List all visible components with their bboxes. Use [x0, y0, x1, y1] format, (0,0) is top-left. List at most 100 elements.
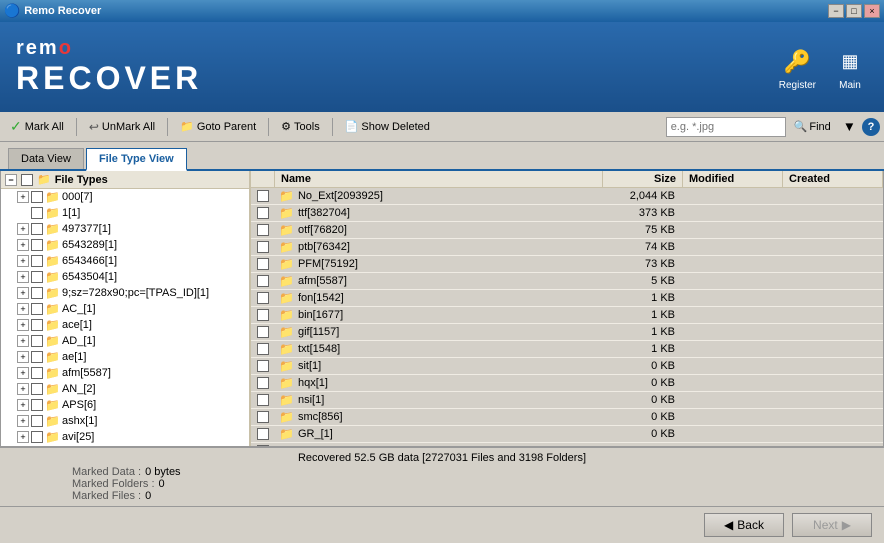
close-button[interactable]: × — [864, 4, 880, 18]
dropdown-arrow-button[interactable]: ▼ — [839, 117, 860, 136]
row-checkbox[interactable] — [251, 394, 275, 406]
list-item[interactable]: + 📁 000[7] — [1, 189, 249, 205]
row-checkbox[interactable] — [251, 224, 275, 236]
table-row[interactable]: 📁KO_[1] 0 KB — [251, 443, 883, 446]
list-item[interactable]: + 📁 afm[5587] — [1, 365, 249, 381]
table-row[interactable]: 📁fon[1542] 1 KB — [251, 290, 883, 307]
row-checkbox[interactable] — [251, 207, 275, 219]
next-button[interactable]: Next ▶ — [792, 513, 872, 537]
register-button[interactable]: 🔑 Register — [779, 44, 816, 91]
row-checkbox[interactable] — [251, 309, 275, 321]
row-checkbox[interactable] — [251, 360, 275, 372]
item-checkbox[interactable] — [31, 239, 43, 251]
list-item[interactable]: + 📁 AN_[2] — [1, 381, 249, 397]
row-checkbox[interactable] — [251, 241, 275, 253]
table-row[interactable]: 📁GR_[1] 0 KB — [251, 426, 883, 443]
row-checkbox[interactable] — [251, 428, 275, 440]
tab-file-type-view[interactable]: File Type View — [86, 148, 187, 171]
row-checkbox[interactable] — [251, 190, 275, 202]
expand-icon[interactable]: + — [17, 271, 29, 283]
table-row[interactable]: 📁smc[856] 0 KB — [251, 409, 883, 426]
table-row[interactable]: 📁otf[76820] 75 KB — [251, 222, 883, 239]
item-checkbox[interactable] — [31, 271, 43, 283]
row-checkbox[interactable] — [251, 411, 275, 423]
table-row[interactable]: 📁No_Ext[2093925] 2,044 KB — [251, 188, 883, 205]
list-item[interactable]: 📁 1[1] — [1, 205, 249, 221]
minimize-button[interactable]: − — [828, 4, 844, 18]
table-row[interactable]: 📁PFM[75192] 73 KB — [251, 256, 883, 273]
list-item[interactable]: + 📁 ace[1] — [1, 317, 249, 333]
expand-icon[interactable]: + — [17, 319, 29, 331]
unmark-all-button[interactable]: ↩ UnMark All — [83, 118, 161, 136]
list-item[interactable]: + 📁 APS[6] — [1, 397, 249, 413]
list-item[interactable]: + 📁 AC_[1] — [1, 301, 249, 317]
tab-data-view[interactable]: Data View — [8, 148, 84, 169]
expand-icon[interactable]: + — [17, 335, 29, 347]
table-row[interactable]: 📁gif[1157] 1 KB — [251, 324, 883, 341]
mark-all-button[interactable]: ✓ Mark All — [4, 116, 70, 137]
list-item[interactable]: + 📁 497377[1] — [1, 221, 249, 237]
item-checkbox[interactable] — [31, 399, 43, 411]
root-checkbox[interactable] — [21, 174, 33, 186]
item-checkbox[interactable] — [31, 255, 43, 267]
root-expand-btn[interactable]: − — [5, 174, 17, 186]
list-item[interactable]: + 📁 6543466[1] — [1, 253, 249, 269]
item-checkbox[interactable] — [31, 431, 43, 443]
expand-icon[interactable]: + — [17, 191, 29, 203]
item-checkbox[interactable] — [31, 319, 43, 331]
item-checkbox[interactable] — [31, 207, 43, 219]
expand-icon[interactable]: + — [17, 255, 29, 267]
list-item[interactable]: + 📁 avi[25] — [1, 429, 249, 445]
expand-icon[interactable]: + — [17, 223, 29, 235]
expand-icon[interactable]: + — [17, 415, 29, 427]
expand-icon[interactable]: + — [17, 399, 29, 411]
item-checkbox[interactable] — [31, 303, 43, 315]
expand-icon[interactable]: + — [17, 351, 29, 363]
table-row[interactable]: 📁ttf[382704] 373 KB — [251, 205, 883, 222]
list-item[interactable]: + 📁 ae[1] — [1, 349, 249, 365]
table-row[interactable]: 📁ptb[76342] 74 KB — [251, 239, 883, 256]
list-item[interactable]: + 📁 AD_[1] — [1, 333, 249, 349]
row-checkbox[interactable] — [251, 326, 275, 338]
row-checkbox[interactable] — [251, 258, 275, 270]
row-checkbox[interactable] — [251, 343, 275, 355]
row-checkbox[interactable] — [251, 275, 275, 287]
item-checkbox[interactable] — [31, 367, 43, 379]
item-checkbox[interactable] — [31, 335, 43, 347]
table-row[interactable]: 📁nsi[1] 0 KB — [251, 392, 883, 409]
item-checkbox[interactable] — [31, 287, 43, 299]
goto-parent-button[interactable]: 📁 Goto Parent — [174, 118, 262, 135]
back-button[interactable]: ◀ Back — [704, 513, 784, 537]
expand-icon[interactable]: + — [17, 239, 29, 251]
search-input[interactable] — [666, 117, 786, 137]
list-item[interactable]: + 📁 6543289[1] — [1, 237, 249, 253]
tools-button[interactable]: ⚙ Tools — [275, 118, 326, 135]
expand-icon[interactable]: + — [17, 383, 29, 395]
table-row[interactable]: 📁hqx[1] 0 KB — [251, 375, 883, 392]
table-row[interactable]: 📁bin[1677] 1 KB — [251, 307, 883, 324]
item-checkbox[interactable] — [31, 415, 43, 427]
item-checkbox[interactable] — [31, 351, 43, 363]
main-button[interactable]: ▦ Main — [832, 44, 868, 91]
row-checkbox[interactable] — [251, 445, 275, 446]
table-row[interactable]: 📁afm[5587] 5 KB — [251, 273, 883, 290]
row-checkbox[interactable] — [251, 292, 275, 304]
maximize-button[interactable]: □ — [846, 4, 862, 18]
list-item[interactable]: + 📁 6543504[1] — [1, 269, 249, 285]
expand-icon[interactable]: + — [17, 431, 29, 443]
show-deleted-button[interactable]: 📄 Show Deleted — [339, 118, 436, 135]
list-item[interactable]: + 📁 ashx[1] — [1, 413, 249, 429]
table-row[interactable]: 📁sit[1] 0 KB — [251, 358, 883, 375]
help-button[interactable]: ? — [862, 118, 880, 136]
expand-icon[interactable]: + — [17, 287, 29, 299]
item-checkbox[interactable] — [31, 191, 43, 203]
window-controls[interactable]: − □ × — [828, 4, 880, 18]
item-checkbox[interactable] — [31, 383, 43, 395]
list-item[interactable]: + 📁 9;sz=728x90;pc=[TPAS_ID][1] — [1, 285, 249, 301]
expand-icon[interactable]: + — [17, 303, 29, 315]
item-checkbox[interactable] — [31, 223, 43, 235]
expand-icon[interactable]: + — [17, 367, 29, 379]
find-button[interactable]: 🔍 Find — [788, 118, 837, 135]
row-checkbox[interactable] — [251, 377, 275, 389]
table-row[interactable]: 📁txt[1548] 1 KB — [251, 341, 883, 358]
